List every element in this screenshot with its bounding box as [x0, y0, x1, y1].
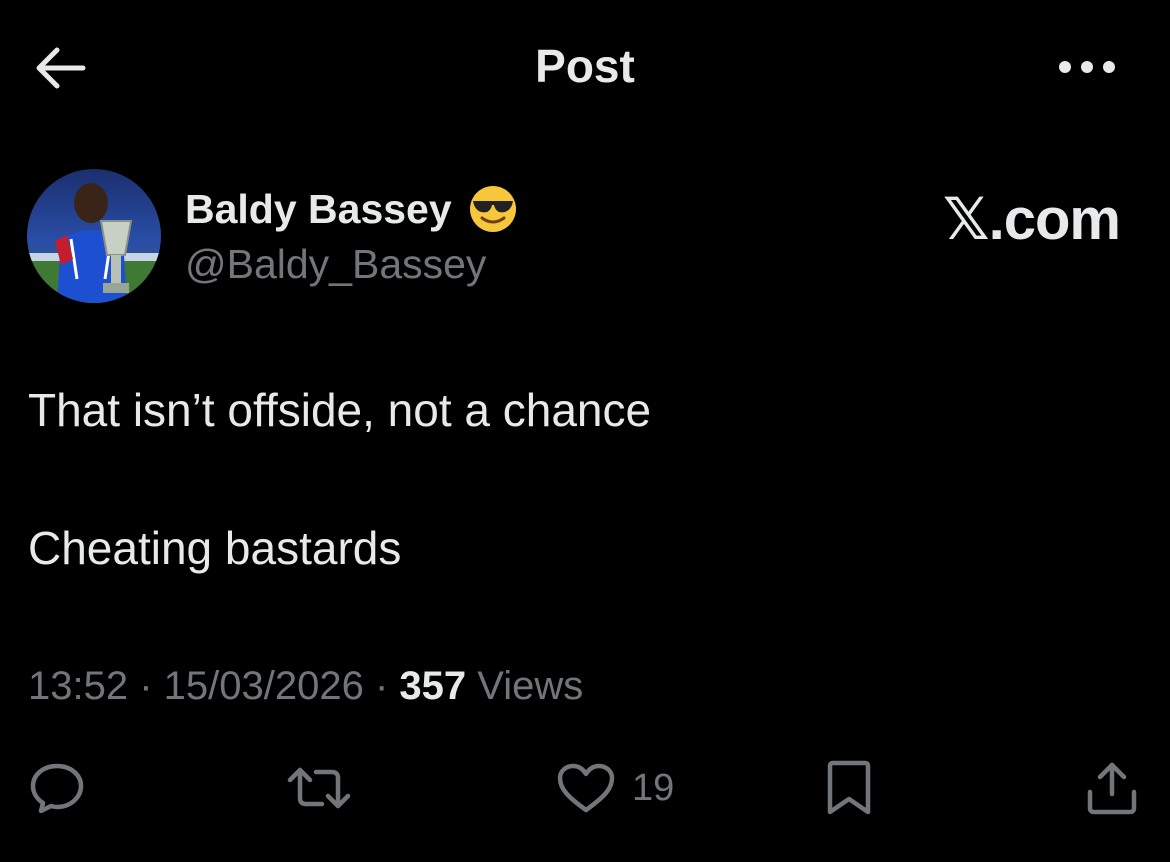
x-com-watermark: 𝕏.com: [942, 187, 1121, 252]
repost-icon: [287, 767, 351, 809]
share-icon: [1087, 762, 1137, 815]
author-handle[interactable]: @Baldy_Bassey: [185, 238, 486, 290]
post-time: 13:52: [28, 664, 129, 708]
like-button[interactable]: 19: [556, 758, 674, 818]
page-title: Post: [535, 40, 635, 92]
display-name-text: Baldy Bassey: [185, 186, 452, 232]
post-text-line: Cheating bastards: [28, 522, 402, 574]
views-count[interactable]: 357: [399, 664, 466, 708]
views-label: Views: [466, 664, 584, 708]
share-button[interactable]: [1084, 758, 1140, 818]
reply-button[interactable]: [28, 758, 86, 818]
back-button[interactable]: [30, 38, 90, 98]
post-date: 15/03/2026: [163, 664, 364, 708]
meta-separator: ·: [128, 664, 164, 708]
author-display-name[interactable]: Baldy Bassey: [185, 183, 518, 235]
repost-button[interactable]: [286, 758, 352, 818]
post-meta: 13:52 · 15/03/2026 · 357 Views: [28, 660, 583, 712]
heart-icon: [557, 763, 615, 813]
reply-icon: [30, 763, 84, 814]
more-button[interactable]: [1052, 40, 1122, 94]
meta-separator: ·: [363, 664, 400, 708]
more-horizontal-icon: [1059, 61, 1115, 73]
avatar[interactable]: [27, 169, 161, 303]
smiling-face-with-sunglasses-icon: [469, 186, 516, 232]
like-count: 19: [632, 767, 675, 809]
post-text-line: That isn’t offside, not a chance: [28, 384, 652, 436]
bookmark-icon: [827, 760, 871, 815]
bookmark-button[interactable]: [824, 758, 874, 818]
arrow-left-icon: [36, 47, 86, 89]
